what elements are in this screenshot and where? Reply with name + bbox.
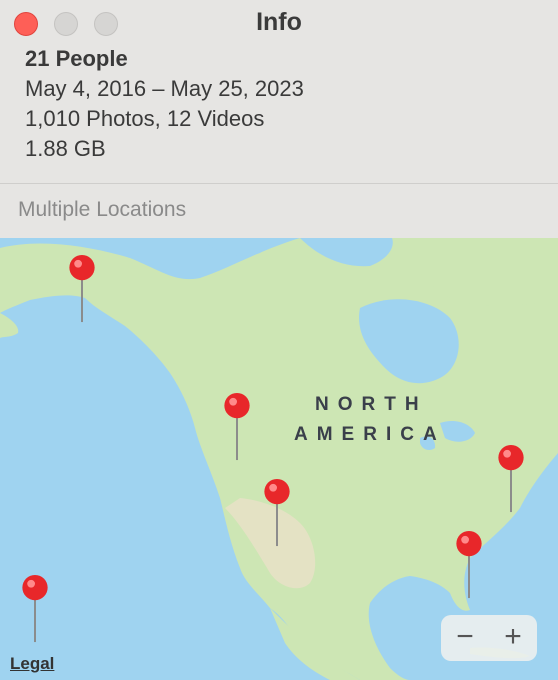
zoom-in-button[interactable]: +	[489, 615, 537, 661]
location-pin-florida[interactable]	[454, 530, 484, 600]
location-pin-nevada[interactable]	[262, 478, 292, 548]
divider	[0, 183, 558, 184]
window-title: Info	[256, 8, 302, 36]
legal-link[interactable]: Legal	[10, 654, 54, 674]
info-window: Info 21 People May 4, 2016 – May 25, 202…	[0, 0, 558, 680]
location-pin-new-york[interactable]	[496, 444, 526, 514]
location-pin-alaska[interactable]	[67, 254, 97, 324]
title-bar: Info	[0, 0, 558, 44]
date-range: May 4, 2016 – May 25, 2023	[25, 76, 304, 101]
locations-label: Multiple Locations	[18, 198, 187, 221]
media-counts: 1,010 Photos, 12 Videos	[25, 106, 265, 131]
location-pin-vancouver[interactable]	[222, 392, 252, 462]
continent-label-north: NORTH	[315, 394, 428, 415]
zoom-control: − +	[441, 615, 537, 661]
alaska-peninsula	[0, 313, 19, 338]
map-view[interactable]: NORTH AMERICA Legal − +	[0, 238, 558, 680]
zoom-out-button[interactable]: −	[441, 615, 489, 661]
continent-label-america: AMERICA	[294, 424, 446, 445]
people-count: 21 People	[25, 46, 128, 71]
info-summary: 21 People May 4, 2016 – May 25, 2023 1,0…	[25, 44, 304, 164]
location-pin-hawaii[interactable]	[20, 574, 50, 644]
library-size: 1.88 GB	[25, 136, 106, 161]
arctic-channel-2	[200, 238, 269, 256]
